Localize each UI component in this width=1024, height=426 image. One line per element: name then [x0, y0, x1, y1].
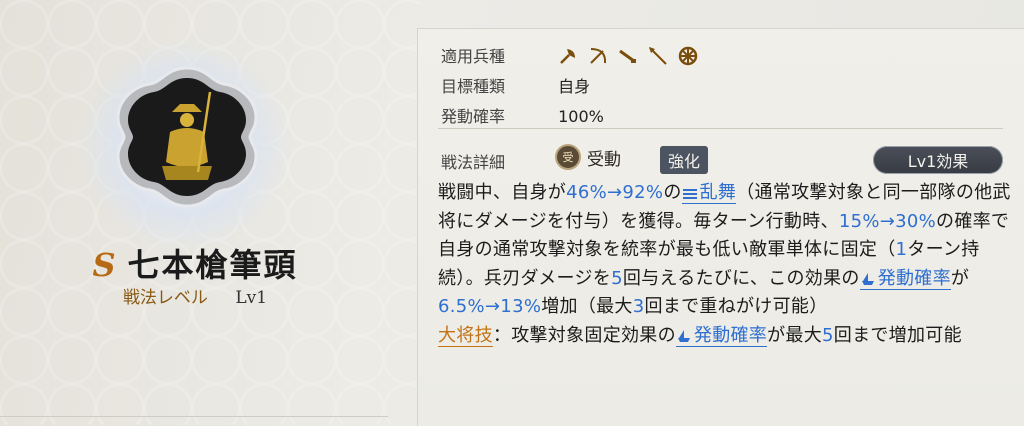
skill-level-value: Lv1 — [235, 288, 268, 308]
desc-text: 増加（最大 — [541, 296, 633, 317]
gun-icon — [618, 46, 638, 66]
skill-detail-panel: 適用兵種 目標種類 自身 発動確率 100% 戦法詳細 受 受動 強化 Lv1効… — [417, 28, 1024, 426]
rate-row: 発動確率 100% — [441, 103, 604, 127]
troop-icons — [558, 46, 698, 66]
ship-icon — [861, 272, 874, 285]
desc-value: 46%→92% — [566, 182, 664, 203]
troop-row: 適用兵種 — [441, 43, 698, 68]
skill-grade: S — [92, 246, 118, 284]
target-value: 自身 — [558, 77, 591, 96]
desc-text: の — [663, 182, 682, 203]
skill-level: 戦法レベル Lv1 — [90, 283, 300, 308]
skill-name: 七本槍筆頭 — [127, 246, 298, 284]
desc-text: 回与えるたびに、この効果の — [622, 267, 860, 289]
desc-text: 回まで増加可能 — [833, 324, 962, 346]
desc-value: 3 — [632, 296, 645, 317]
wheel-icon — [678, 46, 698, 66]
left-divider — [0, 416, 388, 417]
troop-label: 適用兵種 — [441, 47, 506, 66]
level-effect-button[interactable]: Lv1効果 — [873, 146, 1003, 174]
desc-value: 5 — [611, 267, 623, 289]
target-row: 目標種類 自身 — [441, 73, 590, 97]
desc-text: が最大 — [767, 324, 823, 346]
detail-label: 戦法詳細 — [441, 153, 506, 172]
desc-text: ：攻撃対象固定効果の — [492, 324, 676, 346]
ranbu-label: 乱舞 — [699, 182, 737, 203]
desc-text: 回まで重ねがけ可能） — [644, 296, 828, 317]
desc-value: 6.5%→13% — [438, 296, 542, 317]
axe-icon — [558, 46, 578, 66]
ship-icon — [677, 329, 690, 342]
desc-text: が — [950, 267, 970, 289]
target-label: 目標種類 — [441, 77, 506, 96]
desc-text: 戦闘中、自身が — [438, 182, 567, 203]
trigger-rate-label: 発動確率 — [693, 324, 768, 346]
desc-value: 5 — [822, 324, 834, 346]
skill-description: 戦闘中、自身が46%→92%の 乱舞（通常攻撃対象と同一部隊の他武将にダメージを付… — [438, 179, 1018, 350]
skill-title: S 七本槍筆頭 — [80, 240, 310, 286]
enhance-tag: 強化 — [660, 146, 709, 174]
rate-label: 発動確率 — [441, 107, 506, 126]
passive-type: 受 受動 — [555, 144, 621, 170]
desc-value: 1 — [895, 239, 908, 260]
trigger-rate-label: 発動確率 — [877, 267, 951, 289]
ranbu-icon — [682, 189, 697, 199]
spear-icon — [648, 46, 668, 66]
bow-icon — [588, 46, 608, 66]
passive-label: 受動 — [587, 149, 621, 170]
skill-level-label: 戦法レベル — [122, 288, 208, 308]
keyword-trigger-rate[interactable]: 発動確率 — [675, 324, 768, 347]
panel-divider — [438, 128, 1003, 129]
skill-emblem-icon — [116, 66, 258, 208]
keyword-ranbu[interactable]: 乱舞 — [681, 182, 737, 204]
keyword-general-skill[interactable]: 大将技 — [438, 324, 493, 347]
desc-value: 15%→30% — [838, 210, 937, 232]
passive-icon: 受 — [555, 144, 581, 170]
rate-value: 100% — [558, 107, 604, 126]
keyword-trigger-rate[interactable]: 発動確率 — [859, 267, 951, 290]
